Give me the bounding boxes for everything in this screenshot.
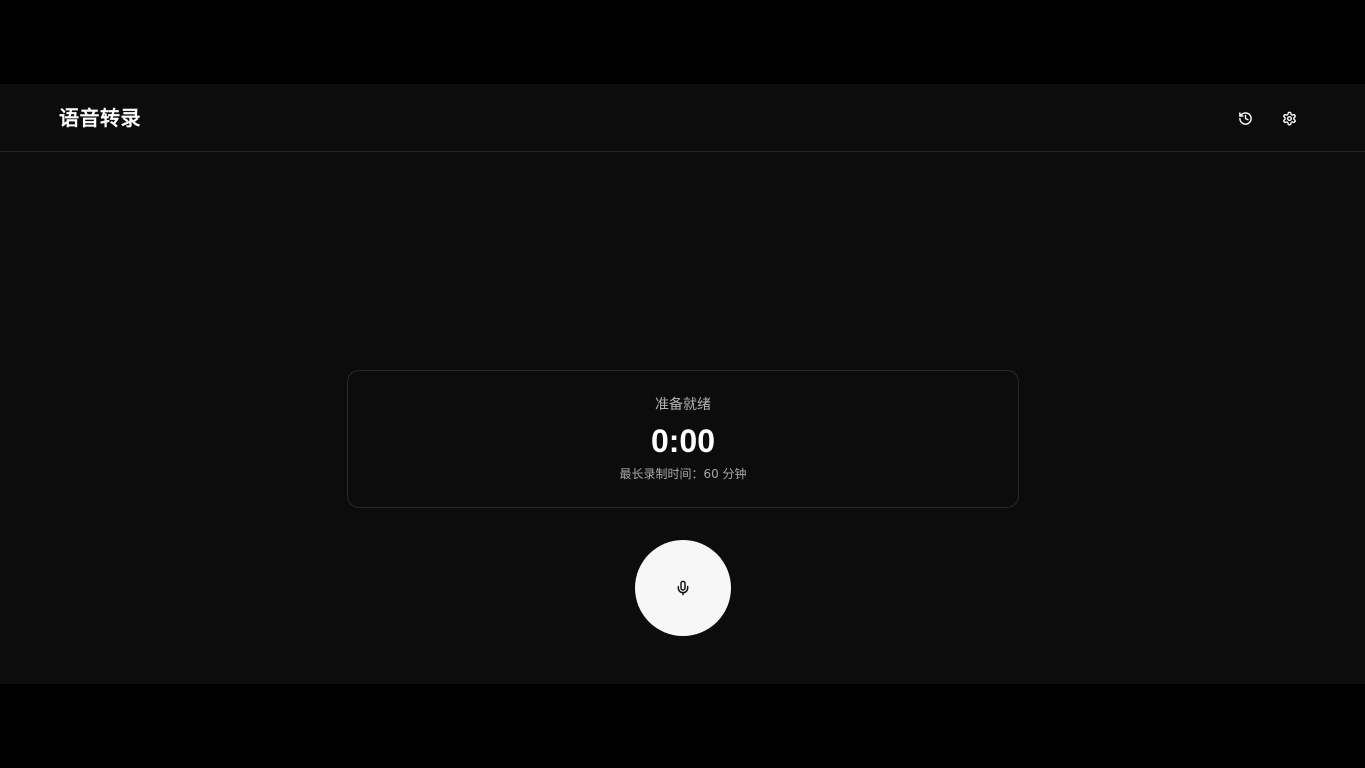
settings-button[interactable] — [1277, 106, 1301, 130]
record-button[interactable] — [635, 540, 731, 636]
app-header: 语音转录 — [0, 84, 1365, 152]
app-title: 语音转录 — [59, 106, 141, 130]
status-label: 准备就绪 — [655, 397, 711, 413]
history-button[interactable] — [1233, 106, 1257, 130]
max-duration-label: 最长录制时间：60 分钟 — [619, 467, 747, 481]
history-icon — [1238, 111, 1252, 125]
app-window: 语音转录 准备就绪 0:00 最长录制时间：60 分钟 — [0, 84, 1365, 684]
microphone-icon — [677, 580, 689, 596]
status-card: 准备就绪 0:00 最长录制时间：60 分钟 — [347, 370, 1019, 508]
gear-icon — [1282, 111, 1296, 125]
recording-timer: 0:00 — [650, 423, 716, 459]
